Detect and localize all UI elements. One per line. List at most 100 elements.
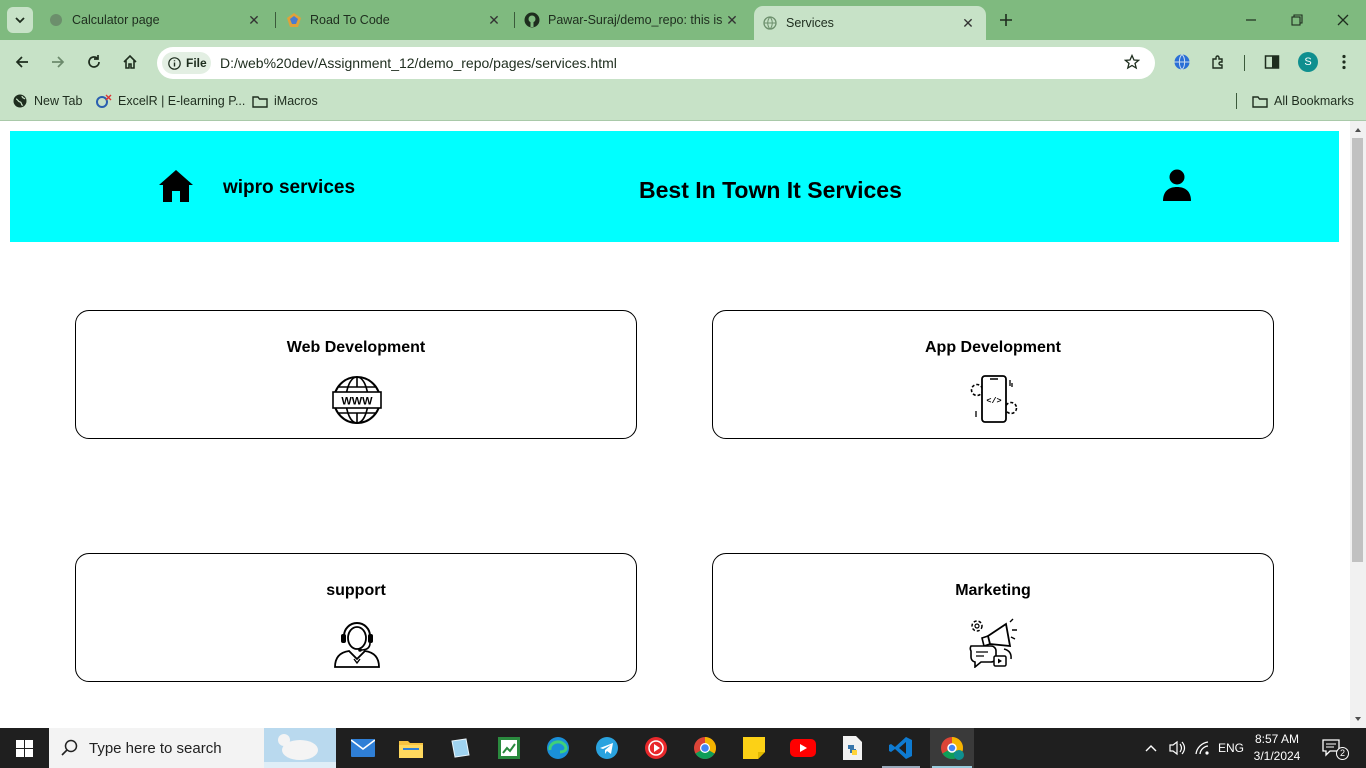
extension-translate-button[interactable] (1168, 48, 1196, 76)
megaphone-marketing-icon (969, 618, 1017, 668)
network-button[interactable] (1194, 728, 1210, 768)
url-text[interactable]: D:/web%20dev/Assignment_12/demo_repo/pag… (220, 55, 617, 71)
side-panel-button[interactable] (1258, 48, 1286, 76)
tab-github[interactable]: Pawar-Suraj/demo_repo: this is ✕ (522, 0, 750, 40)
windows-icon (15, 739, 33, 757)
search-placeholder: Type here to search (89, 739, 222, 757)
default-page-icon (48, 12, 64, 28)
taskbar-media-player[interactable] (636, 732, 676, 764)
scrollbar-thumb[interactable] (1352, 138, 1363, 562)
all-bookmarks[interactable]: All Bookmarks (1252, 93, 1354, 109)
tab-services[interactable]: Services ✕ (754, 6, 986, 40)
tab-calculator[interactable]: Calculator page ✕ (44, 0, 272, 40)
taskbar-mail[interactable] (343, 732, 383, 764)
back-button[interactable] (8, 48, 36, 76)
tab-search-button[interactable] (7, 7, 33, 33)
taskbar-app-chart[interactable] (489, 732, 529, 764)
globe-extension-icon (1174, 54, 1190, 70)
taskbar-chrome[interactable] (685, 732, 725, 764)
bookmark-excelr[interactable]: ExcelR | E-learning P... (96, 93, 245, 109)
close-tab-icon[interactable]: ✕ (246, 12, 262, 28)
tab-separator (275, 12, 276, 28)
edge-icon (547, 737, 569, 759)
tab-road-to-code[interactable]: Road To Code ✕ (284, 0, 512, 40)
bookmark-new-tab[interactable]: New Tab (12, 93, 82, 109)
extensions-button[interactable] (1204, 48, 1232, 76)
brand-name[interactable]: wipro services (223, 177, 355, 199)
mobile-code-gear-icon: </> (970, 375, 1018, 423)
reload-button[interactable] (80, 48, 108, 76)
arrow-right-icon (52, 56, 65, 68)
svg-text:WWW: WWW (341, 396, 373, 408)
bookmark-imacros[interactable]: iMacros (252, 93, 318, 109)
search-icon (61, 739, 78, 756)
forward-button[interactable] (44, 48, 72, 76)
service-card-support[interactable]: support (75, 553, 637, 682)
python-file-icon (843, 736, 862, 760)
taskbar-python[interactable] (832, 732, 872, 764)
page-title: Best In Town It Services (639, 177, 902, 203)
site-info-chip[interactable]: File (162, 52, 211, 74)
speaker-icon (1169, 740, 1186, 756)
taskbar-app-notes[interactable] (440, 732, 480, 764)
close-tab-icon[interactable]: ✕ (960, 15, 976, 31)
home-icon[interactable] (158, 169, 194, 203)
vscode-icon (889, 737, 912, 759)
tab-strip: Calculator page ✕ Road To Code ✕ Pawar-S… (0, 0, 1366, 40)
show-hidden-icons[interactable] (1144, 728, 1158, 768)
profile-button[interactable]: S (1294, 48, 1322, 76)
taskbar-youtube[interactable] (783, 732, 823, 764)
service-title: support (326, 582, 386, 599)
user-icon[interactable] (1163, 169, 1191, 201)
info-icon (168, 56, 181, 70)
bookmark-label: ExcelR | E-learning P... (118, 94, 246, 108)
close-window-button[interactable] (1320, 0, 1366, 40)
chrome-icon (694, 737, 716, 759)
folder-icon (1252, 93, 1268, 109)
service-card-app-development[interactable]: App Development </> (712, 310, 1274, 439)
start-button[interactable] (0, 728, 48, 768)
all-bookmarks-label: All Bookmarks (1274, 94, 1354, 108)
close-icon (1337, 14, 1349, 26)
taskbar-sticky-notes[interactable] (734, 732, 774, 764)
volume-button[interactable] (1168, 728, 1186, 768)
more-vertical-icon (1342, 54, 1346, 70)
taskbar-search-box[interactable]: Type here to search (49, 728, 336, 768)
taskbar-file-explorer[interactable] (391, 732, 431, 764)
close-tab-icon[interactable]: ✕ (724, 12, 740, 28)
service-card-marketing[interactable]: Marketing (712, 553, 1274, 682)
browser-menu-button[interactable] (1330, 48, 1358, 76)
media-player-icon (645, 737, 667, 759)
notebook-icon (451, 738, 470, 758)
service-title: Web Development (286, 339, 426, 356)
service-card-web-development[interactable]: Web Development WWW (75, 310, 637, 439)
home-button[interactable] (116, 48, 144, 76)
clock[interactable]: 8:57 AM 3/1/2024 (1252, 731, 1302, 765)
language-indicator[interactable]: ENG (1218, 728, 1244, 768)
search-highlight-illustration (264, 728, 336, 768)
sticky-notes-icon (743, 737, 765, 759)
restore-button[interactable] (1274, 0, 1320, 40)
telegram-icon (596, 737, 618, 759)
notifications-button[interactable]: 2 (1322, 728, 1355, 768)
folder-icon (252, 93, 268, 109)
www-globe-icon: WWW (332, 376, 382, 424)
minimize-icon (1246, 19, 1256, 21)
chrome-profile-icon (941, 737, 964, 760)
taskbar-vscode[interactable] (881, 732, 921, 764)
close-tab-icon[interactable]: ✕ (486, 12, 502, 28)
bookmark-star-button[interactable] (1118, 48, 1146, 76)
new-tab-button[interactable] (992, 6, 1020, 34)
github-icon (524, 12, 540, 28)
taskbar-edge[interactable] (538, 732, 578, 764)
svg-text:</>: </> (986, 396, 1001, 406)
taskbar-telegram[interactable] (587, 732, 627, 764)
clock-date: 3/1/2024 (1253, 749, 1301, 763)
star-icon (1124, 54, 1140, 70)
road-to-code-icon (286, 12, 302, 28)
minimize-button[interactable] (1228, 0, 1274, 40)
avatar: S (1298, 52, 1318, 72)
scroll-down-icon (1355, 717, 1361, 721)
taskbar-chrome-active[interactable] (930, 728, 974, 768)
youtube-icon (790, 739, 816, 757)
